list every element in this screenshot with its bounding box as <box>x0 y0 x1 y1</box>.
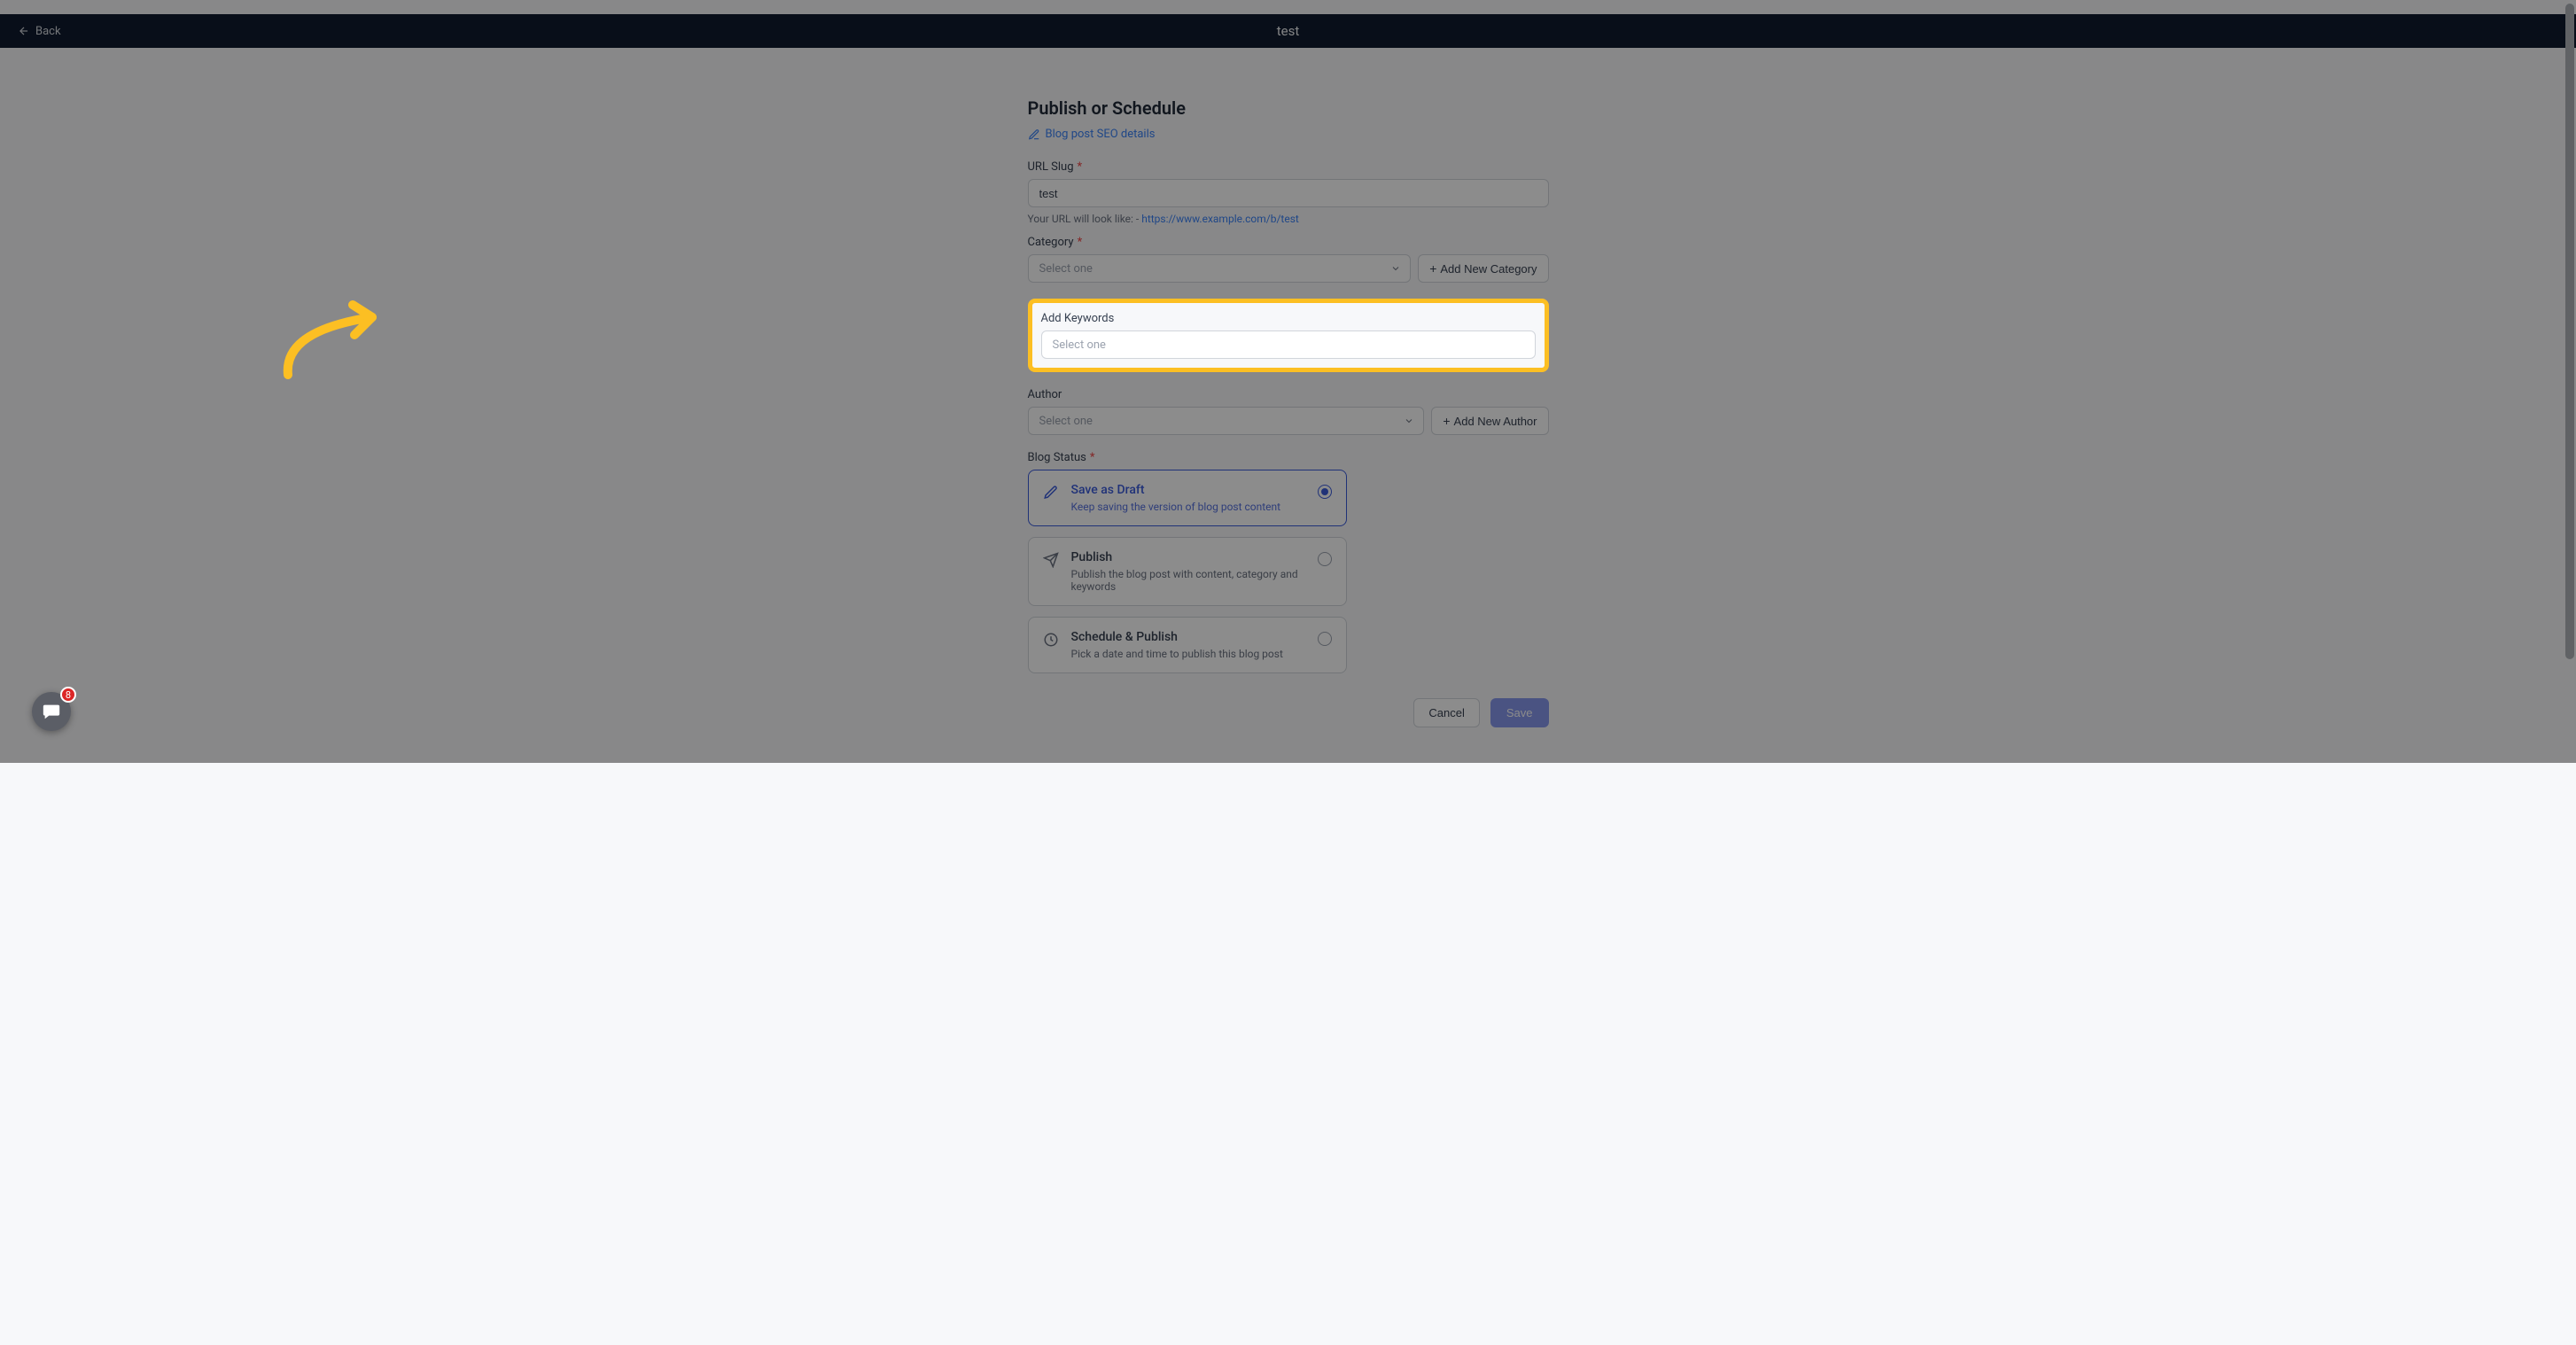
radio-unselected-icon <box>1318 632 1332 646</box>
back-button[interactable]: Back <box>18 25 61 38</box>
pencil-icon <box>1028 128 1040 141</box>
chevron-down-icon <box>1390 263 1401 274</box>
pencil-icon <box>1043 485 1059 501</box>
save-button[interactable]: Save <box>1490 698 1549 727</box>
scrollbar-thumb[interactable] <box>2565 4 2574 659</box>
footer-buttons: Cancel Save <box>1028 698 1549 727</box>
top-spacer <box>0 0 2576 14</box>
option-desc: Keep saving the version of blog post con… <box>1071 501 1305 513</box>
form-column: Publish or Schedule Blog post SEO detail… <box>1028 48 1549 763</box>
seo-link-label: Blog post SEO details <box>1046 128 1156 141</box>
page-root: Back test Publish or Schedule Blog post … <box>0 0 2576 763</box>
url-slug-label-text: URL Slug <box>1028 160 1074 174</box>
add-author-label: Add New Author <box>1454 415 1537 428</box>
status-option-publish[interactable]: Publish Publish the blog post with conte… <box>1028 537 1347 606</box>
option-title: Publish <box>1071 550 1305 564</box>
header-bar: Back test <box>0 14 2576 48</box>
add-category-button[interactable]: + Add New Category <box>1418 254 1548 283</box>
send-icon <box>1043 552 1059 568</box>
category-placeholder: Select one <box>1039 262 1093 276</box>
field-blog-status: Blog Status * Save as Draft Keep saving t… <box>1028 451 1549 673</box>
author-label: Author <box>1028 388 1549 401</box>
blog-status-label: Blog Status * <box>1028 451 1549 464</box>
chat-badge: 8 <box>60 687 76 703</box>
blog-status-label-text: Blog Status <box>1028 451 1086 464</box>
option-title: Save as Draft <box>1071 483 1305 497</box>
category-label: Category * <box>1028 236 1549 249</box>
field-keywords-highlight: Add Keywords Select one <box>1028 299 1549 372</box>
plus-icon: + <box>1429 262 1436 275</box>
option-title: Schedule & Publish <box>1071 630 1305 644</box>
scrollbar[interactable] <box>2564 0 2576 763</box>
author-select[interactable]: Select one <box>1028 407 1425 435</box>
url-preview-link[interactable]: https://www.example.com/b/test <box>1141 213 1299 225</box>
url-slug-label: URL Slug * <box>1028 160 1549 174</box>
field-author: Author Select one + Add New Author <box>1028 388 1549 435</box>
category-label-text: Category <box>1028 236 1074 249</box>
status-option-draft[interactable]: Save as Draft Keep saving the version of… <box>1028 470 1347 526</box>
status-option-schedule[interactable]: Schedule & Publish Pick a date and time … <box>1028 617 1347 673</box>
cancel-button[interactable]: Cancel <box>1413 698 1479 727</box>
option-body: Publish Publish the blog post with conte… <box>1071 550 1305 593</box>
field-url-slug: URL Slug * Your URL will look like: - htt… <box>1028 160 1549 225</box>
required-asterisk: * <box>1078 236 1083 249</box>
keywords-select[interactable]: Select one <box>1041 330 1536 359</box>
back-label: Back <box>35 25 61 38</box>
keywords-label: Add Keywords <box>1041 312 1536 325</box>
add-author-button[interactable]: + Add New Author <box>1431 407 1548 435</box>
chat-widget-button[interactable]: 8 <box>32 692 71 731</box>
url-slug-hint: Your URL will look like: - https://www.e… <box>1028 213 1549 225</box>
clock-icon <box>1043 632 1059 648</box>
required-asterisk: * <box>1090 451 1095 464</box>
url-hint-prefix: Your URL will look like: <box>1028 213 1136 225</box>
chat-icon <box>42 702 61 721</box>
add-category-label: Add New Category <box>1440 262 1537 276</box>
option-desc: Publish the blog post with content, cate… <box>1071 568 1305 593</box>
seo-details-link[interactable]: Blog post SEO details <box>1028 128 1156 141</box>
keywords-placeholder: Select one <box>1053 338 1106 352</box>
radio-unselected-icon <box>1318 552 1332 566</box>
page-title: Publish or Schedule <box>1028 97 1549 119</box>
plus-icon: + <box>1443 415 1450 427</box>
annotation-arrow-icon <box>266 299 399 388</box>
header-title: test <box>1277 23 1300 39</box>
option-body: Schedule & Publish Pick a date and time … <box>1071 630 1305 660</box>
option-desc: Pick a date and time to publish this blo… <box>1071 648 1305 660</box>
arrow-left-icon <box>18 25 30 37</box>
required-asterisk: * <box>1078 160 1083 174</box>
option-body: Save as Draft Keep saving the version of… <box>1071 483 1305 513</box>
category-select[interactable]: Select one <box>1028 254 1412 283</box>
url-slug-input[interactable] <box>1028 179 1549 207</box>
radio-selected-icon <box>1318 485 1332 499</box>
chevron-down-icon <box>1404 416 1414 426</box>
field-category: Category * Select one + Add New Category <box>1028 236 1549 283</box>
author-placeholder: Select one <box>1039 415 1093 428</box>
